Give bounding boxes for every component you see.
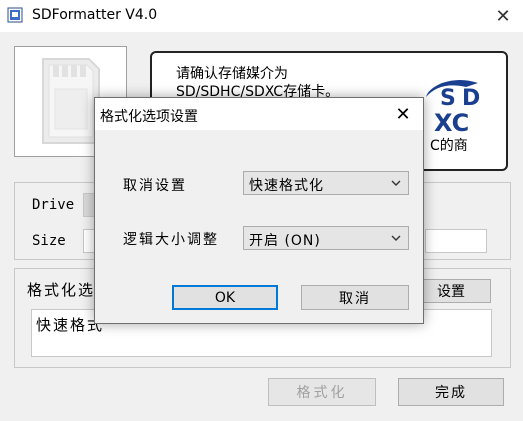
logical-size-value: 开启 (ON) <box>249 233 321 249</box>
svg-text:D: D <box>462 86 480 111</box>
window-close-button[interactable]: ✕ <box>483 0 523 32</box>
drive-label: Drive <box>32 197 75 213</box>
svg-text:XC: XC <box>434 109 469 137</box>
sd-card-app-icon <box>7 7 23 23</box>
info-text-trail: C的商 <box>430 138 468 154</box>
close-icon: ✕ <box>495 5 511 27</box>
format-button[interactable]: 格式化 <box>268 378 376 406</box>
svg-text:S: S <box>440 86 456 111</box>
ok-button[interactable]: OK <box>172 285 278 310</box>
dialog-close-button[interactable]: ✕ <box>383 98 423 130</box>
sdformatter-window: SDFormatter V4.0 ✕ 请确认存储媒介为 SD/SDHC/SDXC… <box>0 0 523 421</box>
chevron-down-icon <box>391 235 401 241</box>
logical-size-select[interactable]: 开启 (ON) <box>243 226 409 250</box>
cancel-setting-value: 快速格式化 <box>249 178 324 194</box>
sdxc-logo-icon: S D XC <box>426 80 480 137</box>
dialog-title-bar: 格式化选项设置 ✕ <box>95 98 423 130</box>
cancel-setting-select[interactable]: 快速格式化 <box>243 171 409 195</box>
dialog-title: 格式化选项设置 <box>100 109 198 125</box>
format-options-dialog: 格式化选项设置 ✕ 取消设置 快速格式化 逻辑大小调整 开启 (ON) OK 取… <box>94 97 424 324</box>
chevron-down-icon <box>391 180 401 186</box>
format-option-label: 格式化选 <box>27 281 96 299</box>
close-icon: ✕ <box>395 103 411 125</box>
volume-label-field[interactable] <box>425 229 487 253</box>
info-text-line1: 请确认存储媒介为 <box>176 66 288 82</box>
logical-size-label: 逻辑大小调整 <box>123 232 219 248</box>
size-label: Size <box>32 233 66 249</box>
cancel-button[interactable]: 取消 <box>301 285 409 310</box>
title-bar: SDFormatter V4.0 ✕ <box>0 0 523 32</box>
cancel-setting-label: 取消设置 <box>123 178 187 194</box>
finish-button[interactable]: 完成 <box>398 378 504 406</box>
window-title: SDFormatter V4.0 <box>32 7 158 23</box>
